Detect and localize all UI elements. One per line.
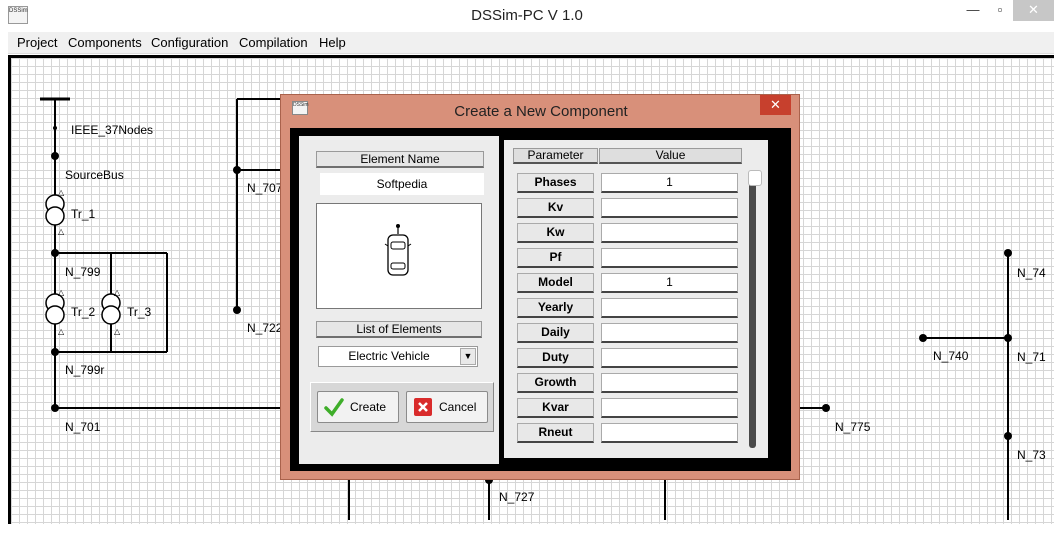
param-value-input[interactable] [601,248,738,268]
param-name: Growth [517,373,594,393]
param-value-input[interactable]: 1 [601,173,738,193]
svg-text:△: △ [114,288,121,297]
param-value-input[interactable] [601,348,738,368]
param-name: Kvar [517,398,594,418]
node-label: N_701 [65,420,101,434]
param-value-input[interactable] [601,323,738,343]
param-name: Kv [517,198,594,218]
node-label: N_799r [65,363,105,377]
param-name: Phases [517,173,594,193]
node-label: IEEE_37Nodes [71,123,154,137]
node-label: N_74 [1017,266,1046,280]
parameter-column-header: Parameter [513,148,598,164]
param-name: Kw [517,223,594,243]
param-value-input[interactable]: 1 [601,273,738,293]
cancel-button[interactable]: Cancel [406,391,488,423]
node-label: N_799 [65,265,101,279]
node-label: N_727 [499,490,535,504]
node-label: Tr_1 [71,207,96,221]
electric-vehicle-icon [384,224,412,276]
create-button-label: Create [350,400,387,414]
param-value-input[interactable] [601,373,738,393]
node-label: N_775 [835,420,871,434]
chevron-down-icon[interactable]: ▼ [460,348,476,365]
list-of-elements-label: List of Elements [316,321,482,338]
element-name-label: Element Name [316,151,484,168]
node-label: Tr_2 [71,305,96,319]
create-button[interactable]: Create [317,391,399,423]
param-name: Rneut [517,423,594,443]
svg-text:△: △ [58,188,65,197]
svg-text:△: △ [114,327,121,336]
dialog-close-button[interactable]: ✕ [760,95,791,115]
param-name: Duty [517,348,594,368]
node-label: N_71 [1017,350,1046,364]
dialog-title: Create a New Component [454,103,628,120]
element-type-select[interactable]: Electric Vehicle ▼ [318,346,478,367]
check-icon [324,398,344,417]
param-value-input[interactable] [601,398,738,418]
node-label: N_707 [247,181,283,195]
param-value-input[interactable] [601,223,738,243]
node-label: Tr_3 [127,305,152,319]
param-name: Model [517,273,594,293]
grid-scrollbar-thumb[interactable] [748,170,762,186]
element-preview [316,203,482,309]
cancel-x-icon [414,398,432,416]
svg-text:△: △ [58,288,65,297]
node-label: N_722 [247,321,283,335]
param-name: Daily [517,323,594,343]
cancel-button-label: Cancel [439,400,477,414]
svg-text:△: △ [58,227,65,236]
node-label: N_73 [1017,448,1046,462]
svg-text:△: △ [58,327,65,336]
param-value-input[interactable] [601,198,738,218]
grid-scrollbar[interactable] [749,170,756,448]
selected-element-value: Electric Vehicle [348,349,430,363]
node-label: SourceBus [65,168,124,182]
param-value-input[interactable] [601,298,738,318]
element-name-input[interactable] [320,173,484,195]
value-column-header: Value [599,148,742,164]
param-value-input[interactable] [601,423,738,443]
param-name: Pf [517,248,594,268]
node-label: N_740 [933,349,969,363]
param-name: Yearly [517,298,594,318]
